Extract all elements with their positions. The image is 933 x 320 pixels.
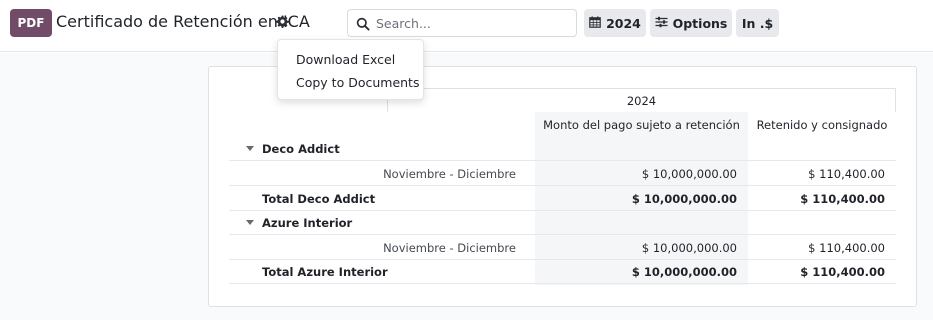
search-icon bbox=[356, 16, 370, 31]
withheld-cell: $ 110,400.00 bbox=[808, 241, 885, 255]
period-label: Noviembre - Diciembre bbox=[383, 241, 516, 255]
column-header-withheld: Retenido y consignado bbox=[756, 118, 888, 132]
detail-row: Noviembre - Diciembre $ 10,000,000.00 $ … bbox=[229, 236, 896, 260]
sliders-icon bbox=[655, 16, 668, 31]
caret-down-icon[interactable] bbox=[246, 146, 254, 151]
control-panel: PDF Certificado de Retención en ICA Sear… bbox=[0, 0, 933, 52]
search-input[interactable] bbox=[376, 14, 571, 33]
amount-cell: $ 10,000,000.00 bbox=[641, 167, 737, 181]
currency-button[interactable]: In .$ bbox=[736, 9, 779, 37]
year-filter-label: 2024 bbox=[606, 15, 641, 31]
total-withheld-cell: $ 110,400.00 bbox=[800, 192, 885, 206]
period-label: Noviembre - Diciembre bbox=[383, 167, 516, 181]
year-column-header: 2024 bbox=[387, 88, 896, 112]
total-label: Total Azure Interior bbox=[262, 265, 388, 279]
total-amount-cell: $ 10,000,000.00 bbox=[631, 192, 737, 206]
search-box bbox=[347, 9, 577, 37]
group-label: Azure Interior bbox=[262, 216, 353, 230]
total-withheld-cell: $ 110,400.00 bbox=[800, 265, 885, 279]
year-filter-button[interactable]: 2024 bbox=[584, 9, 646, 37]
currency-label: In .$ bbox=[741, 15, 774, 31]
options-button[interactable]: Options bbox=[650, 9, 732, 37]
detail-row: Noviembre - Diciembre $ 10,000,000.00 $ … bbox=[229, 162, 896, 186]
caret-down-icon[interactable] bbox=[246, 220, 254, 225]
calendar-icon bbox=[589, 15, 601, 31]
amount-cell: $ 10,000,000.00 bbox=[641, 241, 737, 255]
total-amount-cell: $ 10,000,000.00 bbox=[631, 265, 737, 279]
group-row[interactable]: Azure Interior bbox=[229, 211, 896, 235]
gear-icon[interactable] bbox=[275, 14, 289, 28]
column-header-amount: Monto del pago sujeto a retención bbox=[543, 118, 740, 132]
total-row: Total Azure Interior $ 10,000,000.00 $ 1… bbox=[229, 260, 896, 284]
withheld-cell: $ 110,400.00 bbox=[808, 167, 885, 181]
download-excel-item[interactable]: Download Excel bbox=[278, 48, 423, 71]
group-label: Deco Addict bbox=[262, 142, 340, 156]
page-title: Certificado de Retención en ICA bbox=[56, 12, 310, 31]
group-row[interactable]: Deco Addict bbox=[229, 137, 896, 161]
total-label: Total Deco Addict bbox=[262, 192, 376, 206]
options-label: Options bbox=[672, 15, 728, 31]
copy-to-documents-item[interactable]: Copy to Documents bbox=[278, 71, 423, 94]
pdf-button[interactable]: PDF bbox=[10, 9, 52, 37]
gear-dropdown-menu: Download Excel Copy to Documents bbox=[277, 39, 424, 100]
total-row: Total Deco Addict $ 10,000,000.00 $ 110,… bbox=[229, 187, 896, 211]
